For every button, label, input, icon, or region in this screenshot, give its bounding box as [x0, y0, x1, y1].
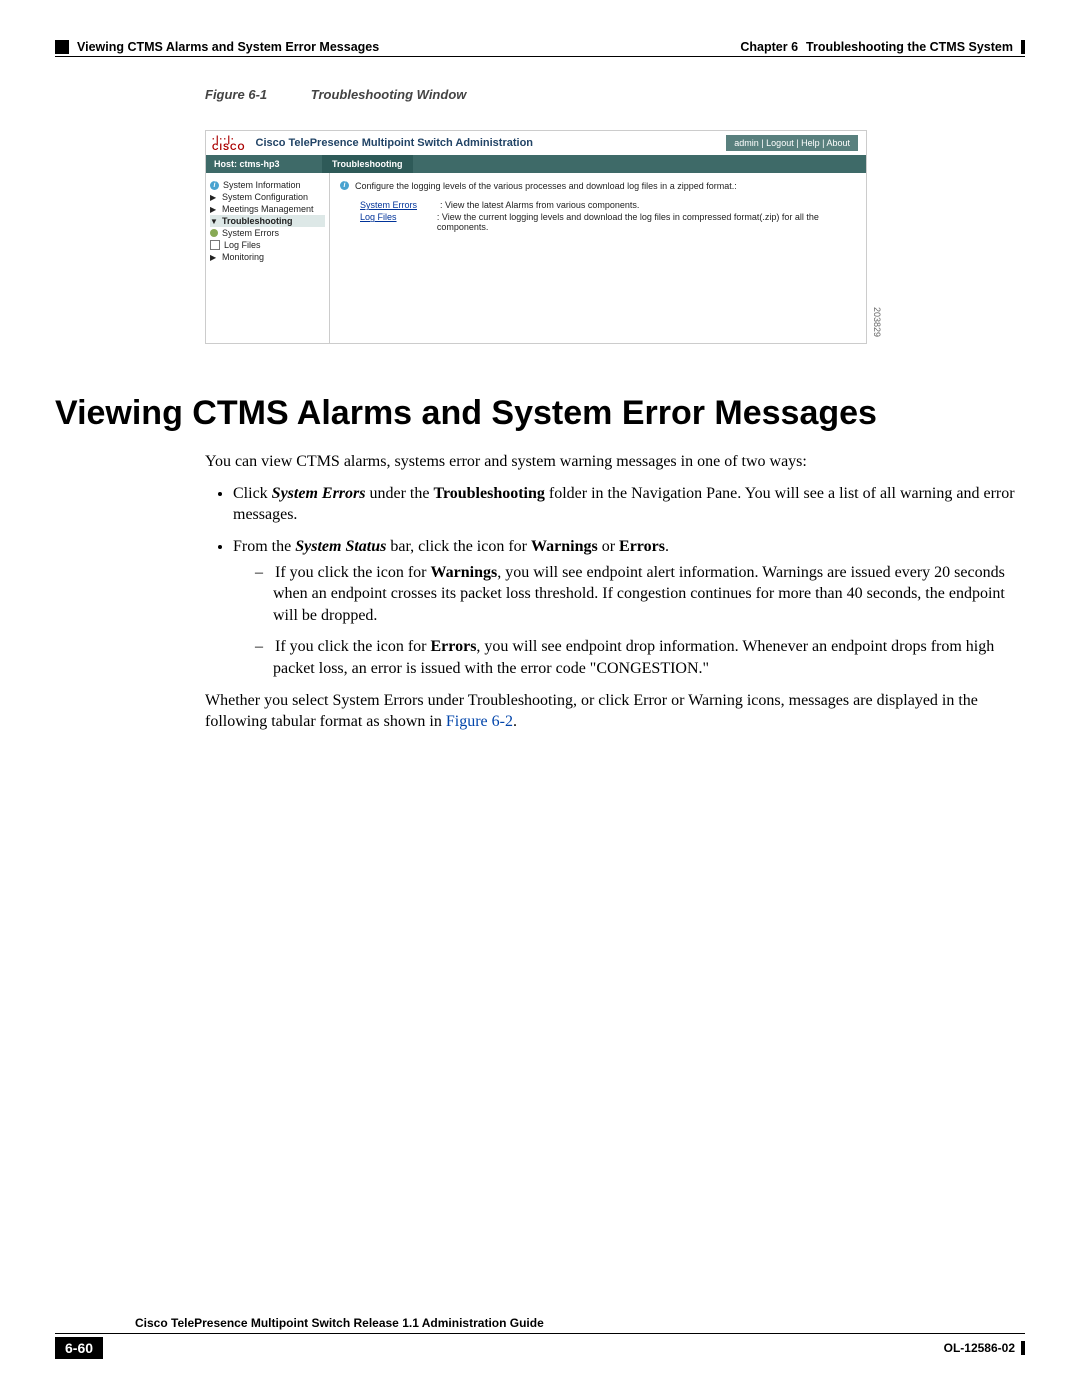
- cisco-logo: ·|··|· CISCO: [212, 135, 246, 151]
- bullet-item: Click System Errors under the Troublesho…: [233, 483, 1025, 526]
- page-number: 6-60: [55, 1337, 103, 1359]
- content-row: Log Files : View the current logging lev…: [340, 211, 856, 233]
- host-label: Host: ctms-hp3: [206, 155, 322, 173]
- triangle-right-icon: ▶: [210, 193, 218, 202]
- sidebar-item-syserrors[interactable]: System Errors: [210, 227, 325, 239]
- sidebar: i System Information ▶ System Configurat…: [206, 173, 330, 343]
- app-user: admin: [734, 138, 759, 148]
- content-pane: i Configure the logging levels of the va…: [330, 173, 866, 343]
- sub-bullet-item: If you click the icon for Warnings, you …: [273, 562, 1025, 627]
- doc-number: OL-12586-02: [944, 1341, 1025, 1355]
- sidebar-item-logfiles[interactable]: Log Files: [210, 239, 325, 251]
- figure-side-number: 203829: [872, 307, 882, 337]
- app-title: Cisco TelePresence Multipoint Switch Adm…: [256, 137, 534, 149]
- header-chapter-label: Chapter 6: [740, 40, 798, 54]
- gear-icon: [210, 229, 218, 237]
- header-right: Chapter 6 Troubleshooting the CTMS Syste…: [740, 40, 1025, 54]
- triangle-down-icon: ▼: [210, 217, 218, 226]
- row-text: : View the latest Alarms from various co…: [440, 200, 639, 210]
- file-icon: [210, 240, 220, 250]
- row-text: : View the current logging levels and do…: [437, 212, 856, 232]
- figure-title: Troubleshooting Window: [311, 87, 467, 102]
- figure-xref[interactable]: Figure 6-2: [446, 713, 513, 730]
- intro-para: You can view CTMS alarms, systems error …: [205, 451, 1025, 473]
- sidebar-item-monitoring[interactable]: ▶ Monitoring: [210, 251, 325, 263]
- header-section: Viewing CTMS Alarms and System Error Mes…: [77, 40, 379, 54]
- header-bar-icon: [1021, 40, 1025, 54]
- sub-bullet-item: If you click the icon for Errors, you wi…: [273, 636, 1025, 679]
- triangle-right-icon: ▶: [210, 205, 218, 214]
- link-about[interactable]: About: [826, 138, 850, 148]
- figure-caption: Figure 6-1 Troubleshooting Window: [205, 87, 1025, 102]
- info-icon: i: [340, 181, 349, 190]
- header-left: Viewing CTMS Alarms and System Error Mes…: [55, 40, 379, 54]
- header-chapter-title: Troubleshooting the CTMS System: [806, 40, 1013, 54]
- triangle-right-icon: ▶: [210, 253, 218, 262]
- link-log-files[interactable]: Log Files: [360, 212, 437, 232]
- app-toplinks: admin | Logout | Help | About: [726, 135, 858, 151]
- footer-bar-icon: [1021, 1341, 1025, 1355]
- info-icon: i: [210, 181, 219, 190]
- content-intro: Configure the logging levels of the vari…: [355, 181, 737, 191]
- closing-para: Whether you select System Errors under T…: [205, 690, 1025, 733]
- section-heading: Viewing CTMS Alarms and System Error Mes…: [55, 394, 1025, 433]
- header-square-icon: [55, 40, 69, 54]
- sidebar-item-sysconfig[interactable]: ▶ System Configuration: [210, 191, 325, 203]
- footer-guide: Cisco TelePresence Multipoint Switch Rel…: [55, 1316, 1025, 1334]
- app-screenshot: 203829 ·|··|· CISCO Cisco TelePresence M…: [205, 130, 867, 344]
- link-system-errors[interactable]: System Errors: [360, 200, 440, 210]
- figure-label: Figure 6-1: [205, 87, 267, 102]
- header-rule: [55, 56, 1025, 57]
- sidebar-item-troubleshooting[interactable]: ▼ Troubleshooting: [210, 215, 325, 227]
- tab-troubleshooting[interactable]: Troubleshooting: [322, 155, 413, 173]
- bullet-item: From the System Status bar, click the ic…: [233, 536, 1025, 680]
- content-row: System Errors : View the latest Alarms f…: [340, 199, 856, 211]
- sidebar-item-meetings[interactable]: ▶ Meetings Management: [210, 203, 325, 215]
- link-help[interactable]: Help: [801, 138, 820, 148]
- link-logout[interactable]: Logout: [766, 138, 794, 148]
- sidebar-item-sysinfo[interactable]: i System Information: [210, 179, 325, 191]
